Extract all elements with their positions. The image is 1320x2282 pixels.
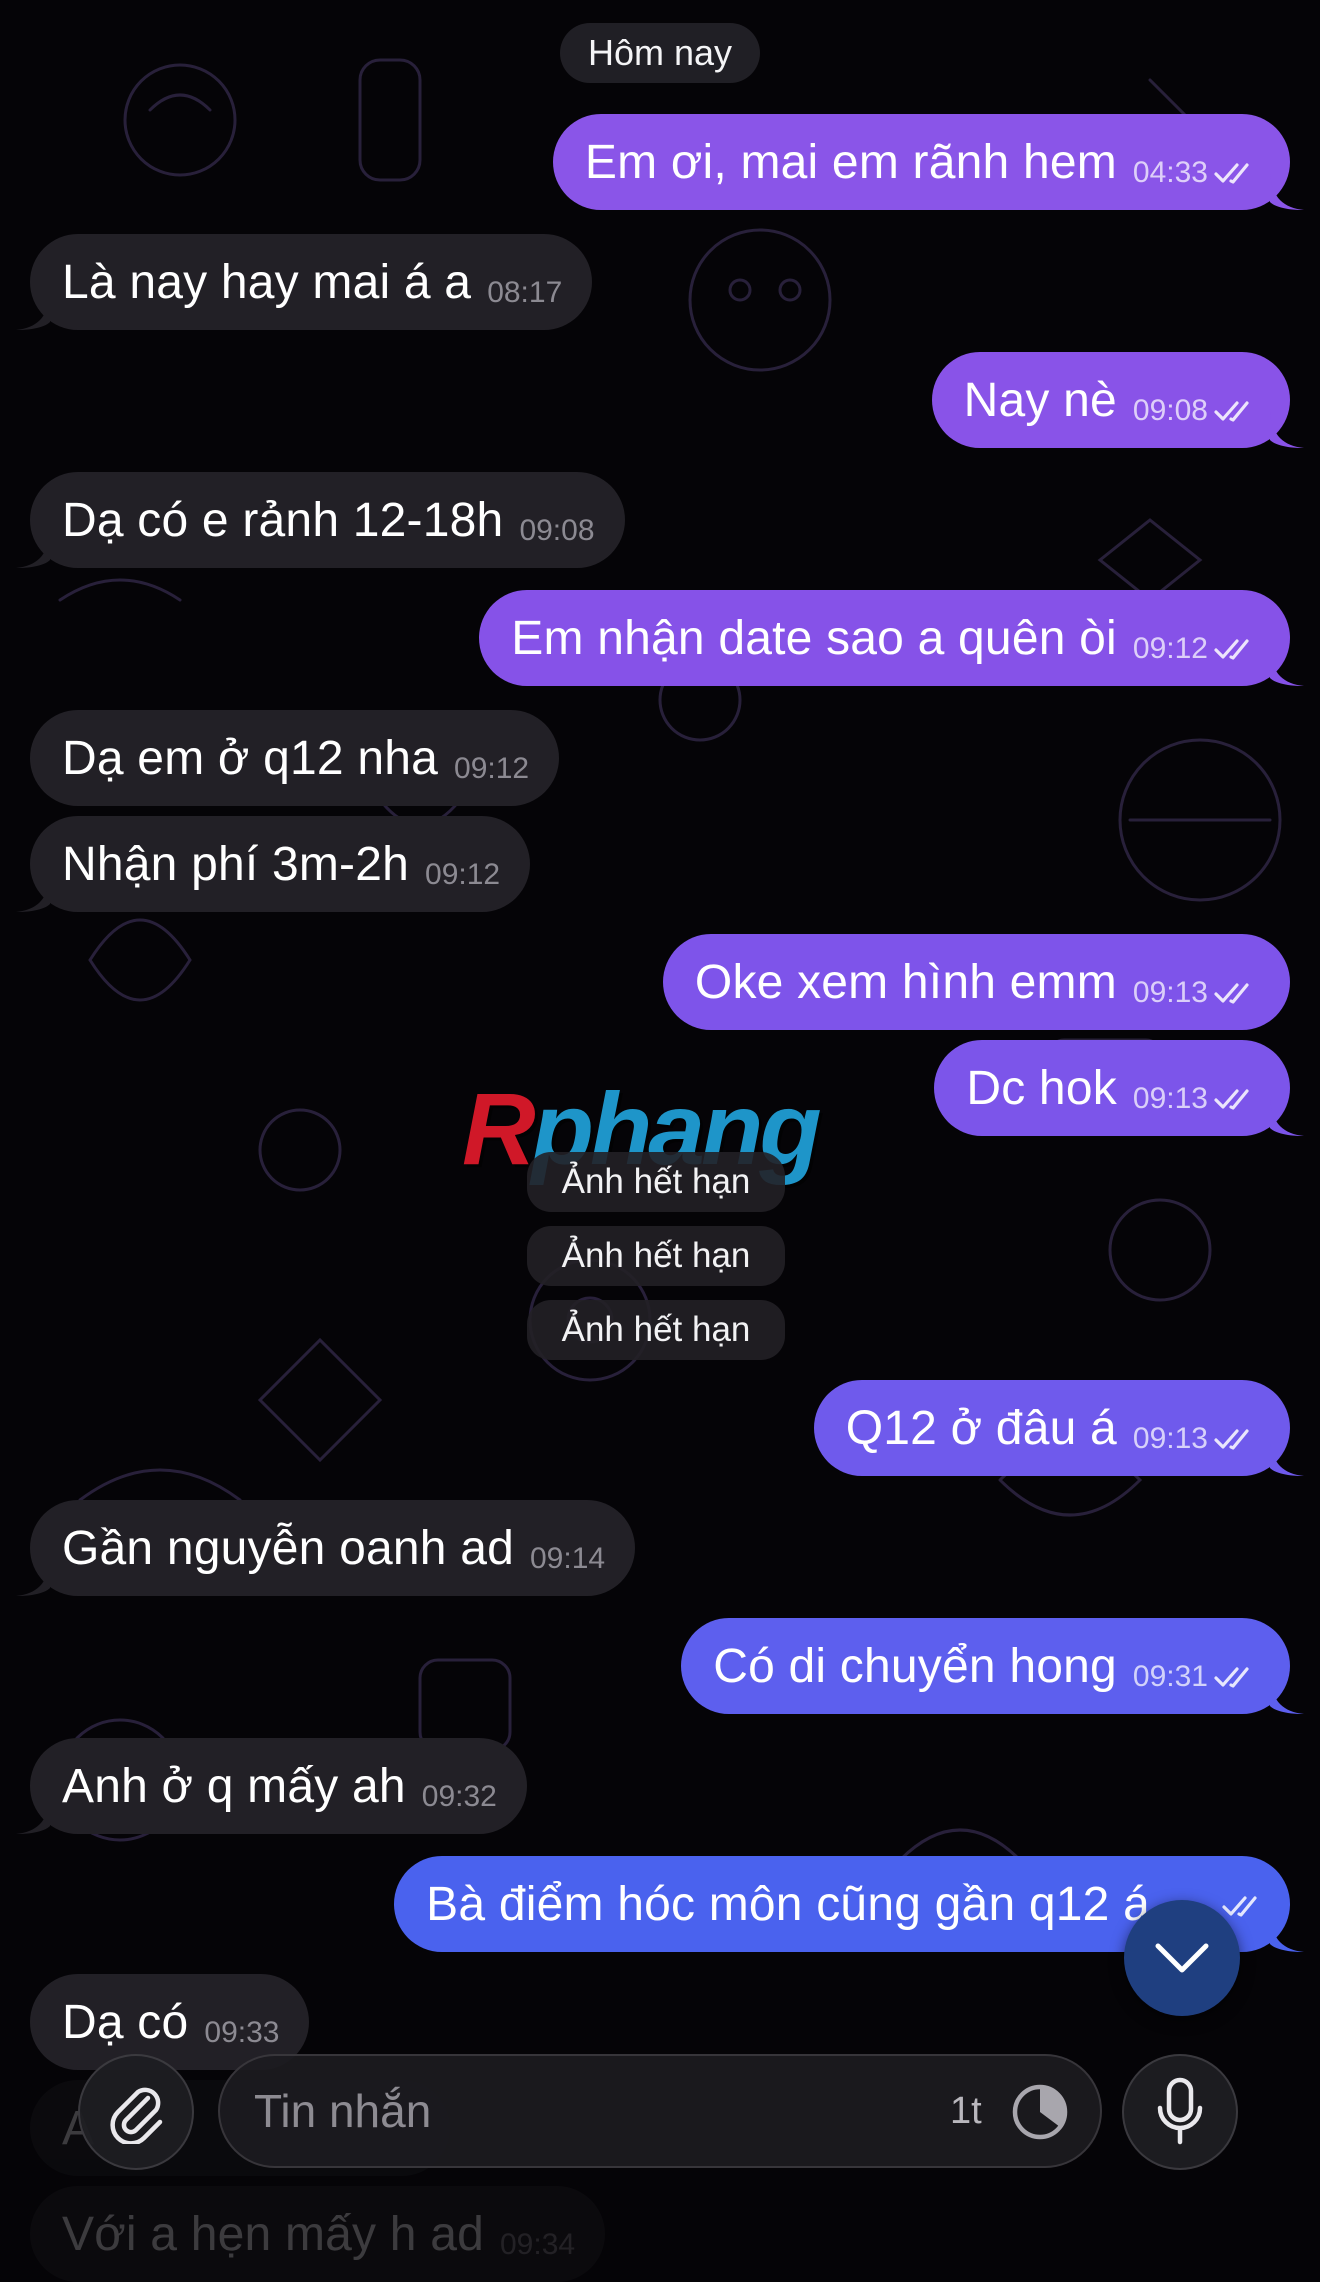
expired-photo-notice: Ảnh hết hạn bbox=[527, 1300, 785, 1360]
bubble-tail bbox=[16, 876, 50, 912]
bubble-tail bbox=[1270, 1100, 1304, 1136]
message-time: 09:14 bbox=[529, 1542, 606, 1575]
message-time: 09:13 bbox=[1132, 976, 1208, 1009]
message-time: 09:13 bbox=[1132, 1082, 1208, 1115]
bubble-tail bbox=[1270, 1678, 1304, 1714]
message-bubble-incoming[interactable]: Dạ em ở q12 nha 09:12 bbox=[30, 710, 560, 806]
message-text: Dc hok bbox=[966, 1061, 1117, 1115]
message-time: 09:12 bbox=[454, 752, 530, 785]
message-bubble-incoming[interactable]: Là nay hay mai á a 08:17 bbox=[16, 234, 593, 330]
double-check-icon bbox=[1214, 1429, 1249, 1450]
message-bubble-incoming[interactable]: Dạ có e rảnh 12-18h 09:08 bbox=[16, 472, 625, 568]
message-time: 09:12 bbox=[1132, 632, 1208, 665]
attach-button[interactable] bbox=[78, 2054, 194, 2170]
voice-message-button[interactable] bbox=[1122, 2054, 1238, 2170]
message-time: 08:17 bbox=[487, 276, 563, 309]
double-check-icon bbox=[1214, 401, 1249, 422]
bubble-tail bbox=[1270, 174, 1304, 210]
message-text: Gần nguyễn oanh ad bbox=[62, 1521, 514, 1575]
double-check-icon bbox=[1214, 163, 1249, 184]
message-bubble-outgoing[interactable]: Em nhận date sao a quên òi 09:12 bbox=[479, 590, 1304, 686]
message-bubble-incoming: Với a hẹn mấy h ad 09:34 bbox=[30, 2186, 606, 2282]
message-time: 09:32 bbox=[421, 1780, 497, 1813]
double-check-icon bbox=[1214, 639, 1249, 660]
message-text: Em nhận date sao a quên òi bbox=[511, 611, 1117, 665]
bubble-tail bbox=[1270, 412, 1304, 448]
message-text: Dạ em ở q12 nha bbox=[62, 731, 439, 785]
message-text: Là nay hay mai á a bbox=[62, 255, 472, 309]
bubble-tail bbox=[16, 294, 50, 330]
bubble-tail bbox=[16, 1798, 50, 1834]
message-bubble-outgoing[interactable]: Nay nè 09:08 bbox=[931, 352, 1304, 448]
timer-icon[interactable] bbox=[1010, 2082, 1070, 2142]
message-text: Nhận phí 3m-2h bbox=[62, 837, 410, 891]
message-input-placeholder: Tin nhắn bbox=[254, 2085, 432, 2137]
message-bubble-outgoing[interactable]: Oke xem hình emm 09:13 bbox=[662, 934, 1290, 1030]
message-bubble-outgoing[interactable]: Dc hok 09:13 bbox=[934, 1040, 1304, 1136]
message-text: Em ơi, mai em rãnh hem bbox=[584, 135, 1117, 189]
message-text: Dạ có e rảnh 12-18h bbox=[62, 493, 504, 547]
bubble-tail bbox=[1270, 1440, 1304, 1476]
chevron-down-icon bbox=[1155, 1943, 1209, 1973]
expired-photo-notice: Ảnh hết hạn bbox=[527, 1226, 785, 1286]
paperclip-icon bbox=[110, 2087, 163, 2144]
message-bubble-outgoing[interactable]: Em ơi, mai em rãnh hem 04:33 bbox=[552, 114, 1304, 210]
message-text: Nay nè bbox=[963, 373, 1117, 427]
bubble-tail bbox=[1270, 650, 1304, 686]
self-destruct-timer-label: 1t bbox=[950, 2090, 982, 2132]
message-bubble-outgoing[interactable]: Có di chuyển hong 09:31 bbox=[681, 1618, 1304, 1714]
message-time: 09:12 bbox=[425, 858, 501, 891]
message-time: 09:08 bbox=[1132, 394, 1208, 427]
double-check-icon bbox=[1214, 983, 1249, 1004]
message-time: 09:08 bbox=[519, 514, 595, 547]
bubble-tail bbox=[1270, 1916, 1304, 1952]
message-bubble-incoming[interactable]: Anh ở q mấy ah 09:32 bbox=[16, 1738, 527, 1834]
message-time: 09:34 bbox=[499, 2228, 576, 2261]
double-check-icon bbox=[1214, 1667, 1249, 1688]
message-text: Oke xem hình emm bbox=[694, 955, 1117, 1009]
double-check-icon bbox=[1214, 1089, 1249, 1110]
message-time: 09:13 bbox=[1132, 1422, 1208, 1455]
message-input[interactable]: Tin nhắn 1t bbox=[218, 2054, 1102, 2168]
message-time: 09:31 bbox=[1132, 1660, 1208, 1693]
message-text: Dạ có bbox=[62, 1995, 189, 2049]
message-time: 09:33 bbox=[204, 2016, 280, 2049]
message-bubble-incoming[interactable]: Nhận phí 3m-2h 09:12 bbox=[16, 816, 531, 912]
message-time: 04:33 bbox=[1132, 156, 1208, 189]
message-text: Q12 ở đâu á bbox=[845, 1401, 1117, 1455]
message-text: Bà điểm hóc môn cũng gần q12 á bbox=[426, 1877, 1150, 1931]
double-check-icon bbox=[1222, 1896, 1257, 1917]
bubble-tail bbox=[16, 532, 50, 568]
message-text: Có di chuyển hong bbox=[713, 1639, 1117, 1693]
message-bubble-incoming[interactable]: Gần nguyễn oanh ad 09:14 bbox=[16, 1500, 636, 1596]
scroll-to-bottom-button[interactable] bbox=[1124, 1900, 1240, 2016]
message-bubble-outgoing[interactable]: Q12 ở đâu á 09:13 bbox=[813, 1380, 1304, 1476]
message-text: Anh ở q mấy ah bbox=[62, 1759, 406, 1813]
microphone-icon bbox=[1157, 2077, 1203, 2145]
expired-photo-notice: Ảnh hết hạn bbox=[527, 1152, 785, 1212]
date-separator: Hôm nay bbox=[560, 23, 760, 83]
message-text: Với a hẹn mấy h ad bbox=[62, 2207, 484, 2261]
bubble-tail bbox=[16, 1560, 50, 1596]
